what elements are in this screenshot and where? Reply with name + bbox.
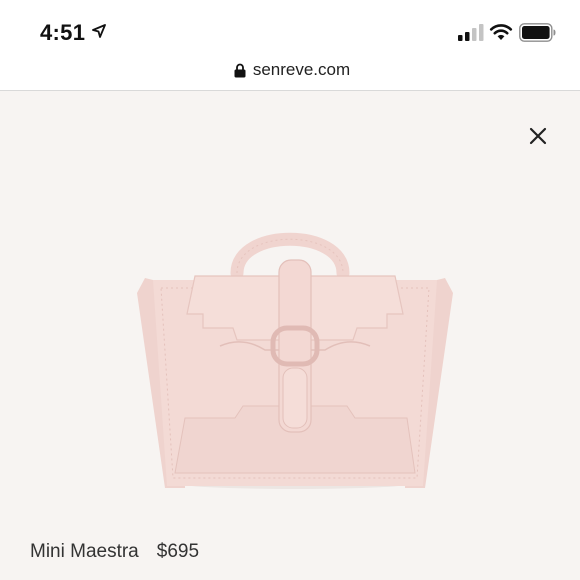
cellular-signal-icon bbox=[458, 24, 484, 41]
product-caption: Mini Maestra $695 bbox=[30, 541, 199, 563]
lock-icon bbox=[234, 63, 246, 77]
address-bar[interactable]: senreve.com bbox=[0, 52, 580, 91]
url-text: senreve.com bbox=[252, 60, 351, 79]
wifi-icon bbox=[489, 24, 513, 40]
battery-icon bbox=[519, 23, 556, 42]
product-name: Mini Maestra bbox=[30, 541, 139, 562]
status-bar: 4:51 bbox=[0, 0, 580, 52]
product-price: $695 bbox=[156, 541, 200, 562]
close-icon[interactable] bbox=[524, 122, 552, 150]
handbag-image bbox=[137, 232, 453, 489]
location-arrow-icon bbox=[92, 24, 106, 38]
status-time: 4:51 bbox=[40, 20, 86, 45]
